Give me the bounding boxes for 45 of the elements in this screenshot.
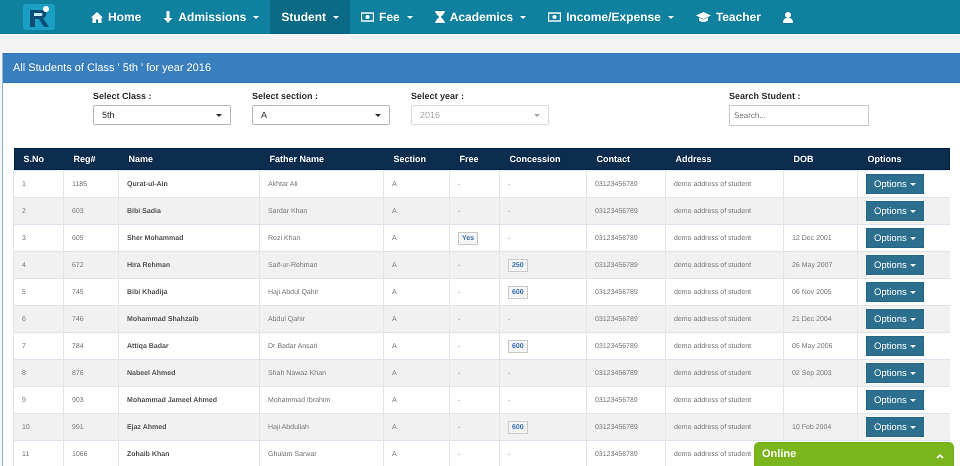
field-label: Select Class : xyxy=(93,91,153,101)
nav-menu-item[interactable]: Admissions xyxy=(152,0,270,34)
hourglass-icon xyxy=(434,11,445,23)
options-button[interactable]: Options xyxy=(866,174,924,194)
field-label: Search Student : xyxy=(729,91,802,101)
select-dropdown[interactable]: 5th xyxy=(93,105,231,125)
column-header: Concession xyxy=(500,148,586,170)
options-button[interactable]: Options xyxy=(866,363,924,383)
options-button[interactable]: Options xyxy=(866,309,924,329)
column-header: Father Name xyxy=(260,148,384,170)
column-header: DOB xyxy=(784,148,858,170)
search-field[interactable]: Search... xyxy=(729,105,869,126)
options-button[interactable]: Options xyxy=(866,390,924,410)
panel-title: All Students of Class ' 5th ' for year 2016 xyxy=(3,53,960,83)
banknote-icon xyxy=(548,12,562,22)
chat-status: Online xyxy=(762,448,796,460)
field-label: Select year : xyxy=(411,91,466,101)
options-button[interactable]: Options xyxy=(866,282,924,302)
column-header: Address xyxy=(666,148,784,170)
nav-menu-item[interactable]: Home xyxy=(80,0,152,34)
nav-menu-item[interactable]: Student xyxy=(270,0,350,34)
column-header: Contact xyxy=(586,148,666,170)
nav-menu-item[interactable]: Academics xyxy=(424,0,538,34)
options-button[interactable]: Options xyxy=(866,255,924,275)
down-arrow-icon xyxy=(163,11,174,23)
options-button[interactable]: Options xyxy=(866,417,924,437)
column-header: S.No xyxy=(14,148,64,170)
column-header: Section xyxy=(384,148,450,170)
column-header: Options xyxy=(858,148,950,170)
column-header: Free xyxy=(450,148,500,170)
select-dropdown[interactable]: A xyxy=(252,105,390,125)
column-header: Reg# xyxy=(64,148,118,170)
home-icon xyxy=(91,12,103,22)
field-label: Select section : xyxy=(252,91,320,101)
nav-menu-item[interactable]: Income/Expense xyxy=(537,0,685,34)
column-header: Name xyxy=(118,148,260,170)
graduation-cap-icon xyxy=(696,12,711,22)
nav-menu-item[interactable]: Teacher xyxy=(684,0,772,34)
banknote-icon xyxy=(361,12,374,22)
options-button[interactable]: Options xyxy=(866,228,924,248)
user-icon xyxy=(782,12,793,22)
nav-menu-item[interactable]: Fee xyxy=(350,0,424,34)
logo-drawing xyxy=(22,3,56,31)
options-button[interactable]: Options xyxy=(866,201,924,221)
options-button[interactable]: Options xyxy=(866,336,924,356)
